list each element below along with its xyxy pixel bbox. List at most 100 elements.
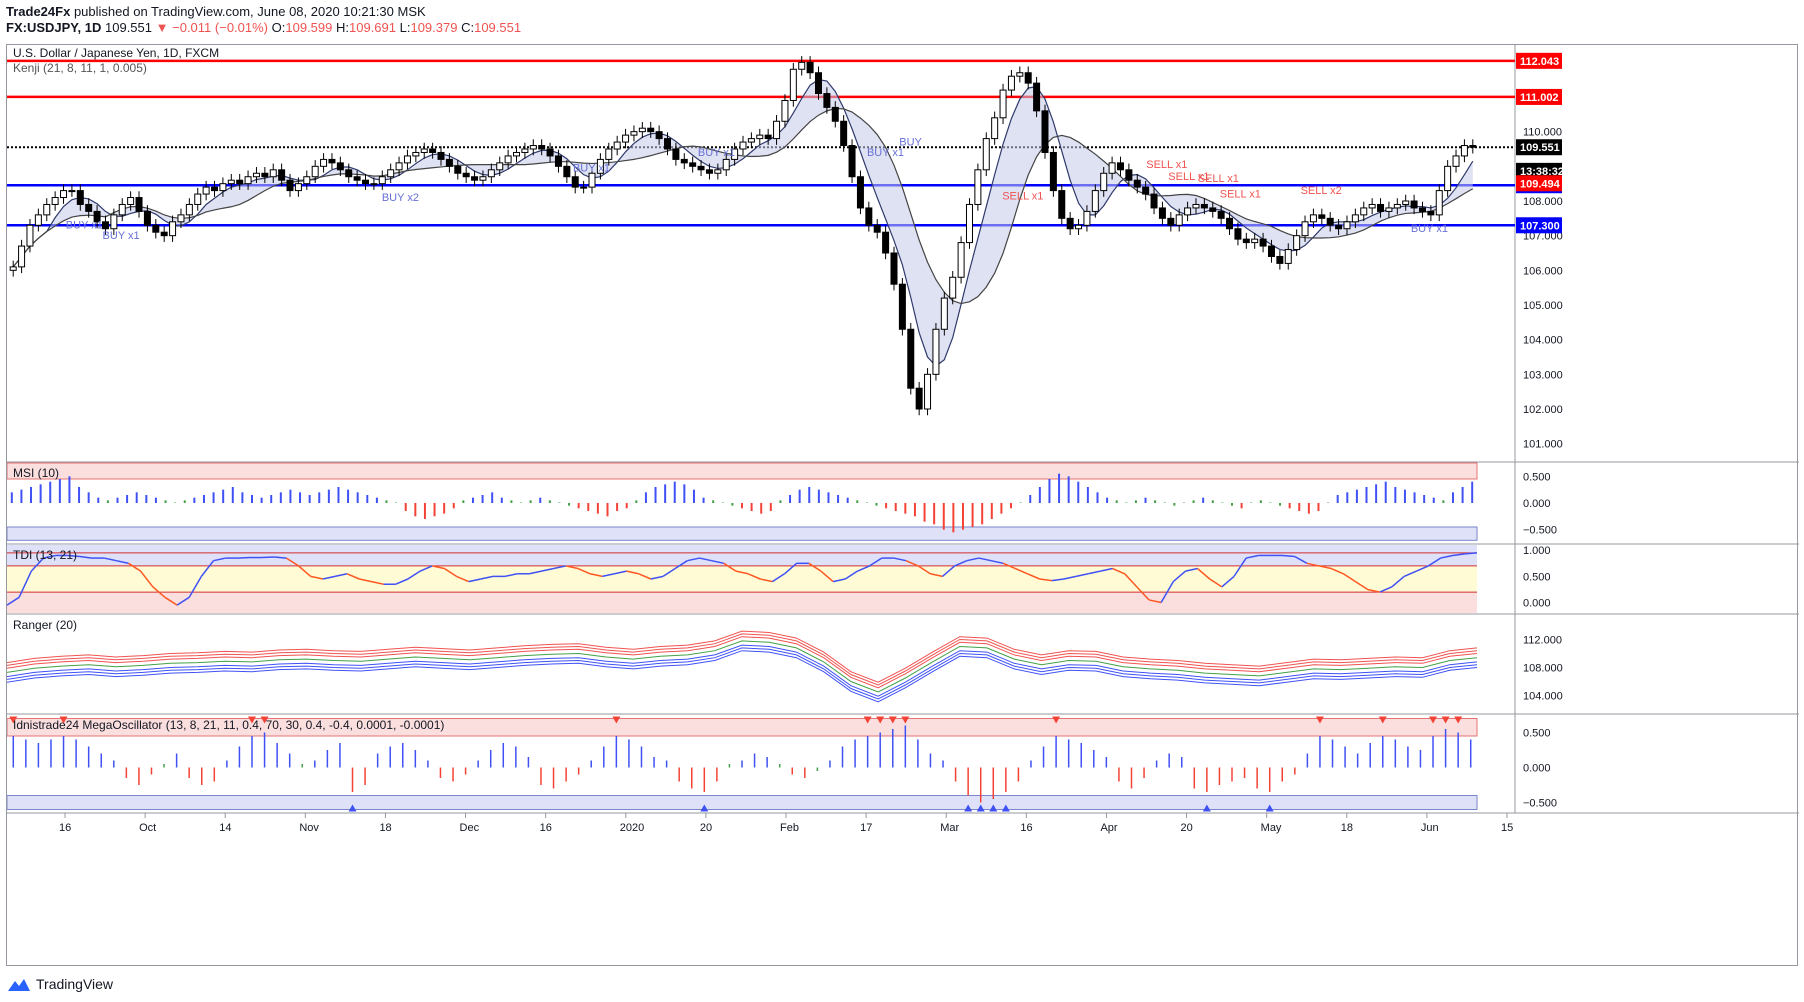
close-label: C:: [461, 20, 475, 35]
time-tick-label: Nov: [299, 822, 319, 834]
candle-body: [437, 151, 445, 160]
candle-body: [1427, 210, 1435, 216]
sell-signal-label: SELL x1: [1002, 190, 1043, 202]
last-price: 109.551: [105, 20, 152, 35]
candle-body: [1075, 224, 1083, 230]
candle-body: [1049, 151, 1057, 192]
price-tick-label: 110.000: [1523, 127, 1562, 139]
candle-body: [529, 145, 537, 150]
candle-body: [672, 148, 680, 160]
candle-body: [856, 176, 864, 209]
candle-body: [211, 186, 219, 192]
candle-body: [1418, 207, 1426, 212]
candle-body: [454, 165, 462, 174]
candle-body: [143, 210, 151, 226]
candle-body: [43, 203, 51, 216]
candle-body: [521, 148, 529, 153]
candle-body: [244, 176, 252, 185]
candle-body: [504, 155, 512, 164]
published-text: published on TradingView.com, June 08, 2…: [73, 4, 426, 19]
candle-body: [1351, 214, 1359, 223]
candle-body: [1259, 238, 1267, 247]
candle-body: [882, 231, 890, 254]
candle-body: [1460, 145, 1468, 157]
candle-body: [336, 162, 344, 171]
candle-body: [227, 179, 235, 185]
buy-signal-label: BUY: [899, 137, 922, 149]
candle-body: [101, 221, 109, 230]
candle-body: [60, 190, 68, 199]
candle-body: [487, 169, 495, 178]
candle-body: [118, 203, 126, 216]
candle-body: [1444, 165, 1452, 192]
candle-body: [890, 252, 898, 285]
candle-body: [294, 183, 302, 192]
price-tick-label: 108.000: [1523, 196, 1563, 208]
candle-body: [940, 297, 948, 330]
candle-body: [1234, 228, 1242, 240]
time-tick-label: 20: [700, 822, 712, 834]
mega-tick-label: −0.500: [1523, 798, 1557, 810]
candle-body: [1368, 203, 1376, 209]
candle-body: [403, 155, 411, 164]
candle-body: [445, 158, 453, 167]
candle-body: [831, 106, 839, 122]
candle-body: [1251, 238, 1259, 244]
candle-body: [991, 117, 999, 140]
candle-body: [194, 193, 202, 205]
candle-body: [689, 162, 697, 167]
price-tick-label: 103.000: [1523, 369, 1563, 381]
candle-body: [924, 373, 932, 410]
candle-body: [110, 214, 118, 230]
open-label: O:: [271, 20, 286, 35]
tdi-line-segment: [1282, 554, 1295, 558]
candle-body: [252, 172, 260, 178]
candle-body: [311, 165, 319, 178]
publisher-name[interactable]: Trade24Fx: [6, 4, 70, 19]
chart-frame[interactable]: 101.000 102.000 103.000 104.000 105.000 106.0…: [6, 44, 1799, 967]
buy-signal-label: BUY x1: [103, 230, 140, 242]
symbol-line: FX:USDJPY, 1D 109.551 ▼ −0.011 (−0.01%) …: [6, 20, 521, 36]
chart-canvas[interactable]: 101.000 102.000 103.000 104.000 105.000 106.0…: [6, 45, 1799, 967]
candle-body: [680, 158, 688, 164]
buy-signal-label: BUY x1: [1411, 223, 1448, 235]
price-level-label: 112.043: [1520, 56, 1559, 68]
candle-body: [160, 231, 168, 237]
candle-body: [9, 266, 17, 271]
time-tick-label: Mar: [940, 822, 959, 834]
publisher-line: Trade24Fx published on TradingView.com, …: [6, 4, 521, 20]
candle-body: [789, 68, 797, 101]
candle-body: [269, 169, 277, 178]
candle-body: [1142, 186, 1150, 195]
candle-body: [378, 176, 386, 185]
time-tick-label: Jun: [1421, 822, 1439, 834]
candle-body: [1242, 238, 1250, 244]
candle-body: [1452, 155, 1460, 167]
candle-body: [1402, 200, 1410, 205]
symbol-label[interactable]: FX:USDJPY, 1D: [6, 20, 101, 35]
candle-body: [823, 93, 831, 108]
candle-body: [1016, 72, 1024, 77]
footer: TradingView: [8, 976, 113, 992]
time-tick-label: Oct: [139, 822, 156, 834]
candle-body: [1083, 210, 1091, 226]
open-value: 109.599: [285, 20, 333, 35]
buy-signal-label: BUY x1: [698, 147, 735, 159]
candle-body: [647, 127, 655, 133]
msi-upper-band: [6, 462, 1478, 480]
candle-body: [362, 179, 370, 185]
candle-body: [1410, 200, 1418, 209]
candle-body: [1192, 203, 1200, 209]
candle-body: [873, 224, 881, 233]
candle-body: [387, 169, 395, 178]
candle-body: [1158, 207, 1166, 219]
time-tick-label: 14: [219, 822, 231, 834]
candle-body: [479, 176, 487, 181]
candle-body: [705, 169, 713, 174]
candle-body: [613, 141, 621, 150]
candle-body: [764, 134, 772, 140]
candle-body: [1360, 207, 1368, 216]
brand-name[interactable]: TradingView: [36, 976, 113, 992]
kenji-cloud: [13, 79, 1473, 367]
candle-body: [51, 197, 59, 205]
